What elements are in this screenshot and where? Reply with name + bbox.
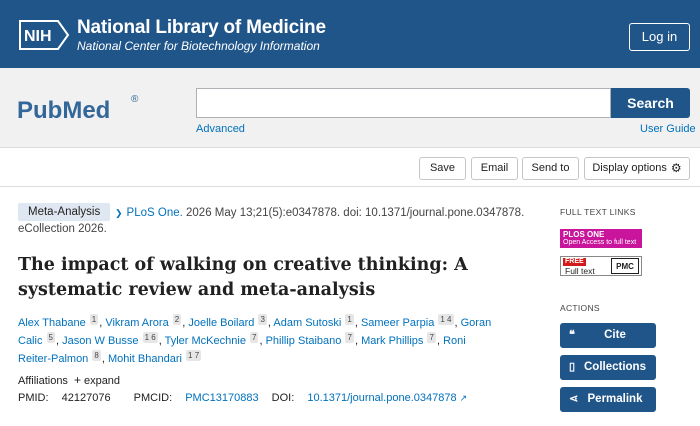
journal-link[interactable]: PLoS One. xyxy=(127,207,183,219)
search-button[interactable]: Search xyxy=(611,88,690,118)
affiliation-number[interactable]: 5 xyxy=(46,332,55,343)
expand-label[interactable]: expand xyxy=(84,375,120,387)
collections-label: Collections xyxy=(584,361,646,373)
affiliation-number[interactable]: 1 xyxy=(89,314,99,325)
doi-label: DOI: xyxy=(271,392,295,404)
affiliation-number[interactable]: 1 xyxy=(345,314,354,325)
cite-button[interactable]: ❝ Cite xyxy=(560,323,656,348)
citation: ❯ PLoS One. 2026 May 13;21(5):e0347878. d… xyxy=(115,204,525,223)
nih-logo[interactable]: NIH xyxy=(18,19,70,51)
author-item: Alex Thabane 1, xyxy=(18,314,106,329)
author-link[interactable]: Joelle Boilard xyxy=(188,317,254,329)
affiliation-number[interactable]: 1 7 xyxy=(186,350,202,361)
cite-label: Cite xyxy=(604,329,626,341)
pmid-value: 42127076 xyxy=(61,392,111,404)
author-item: Tyler McKechnie 7, xyxy=(164,332,266,347)
nlm-title[interactable]: National Library of Medicine xyxy=(77,17,326,39)
affiliation-number[interactable]: 7 xyxy=(250,332,259,343)
affiliation-number[interactable]: 1 6 xyxy=(142,332,158,343)
doi: DOI: 10.1371/journal.pone.0347878 ↗ xyxy=(272,392,478,404)
permalink-label: Permalink xyxy=(587,393,643,405)
pubmed-logo[interactable]: PubMed ® xyxy=(17,90,142,130)
permalink-button[interactable]: ⋖ Permalink xyxy=(560,387,656,412)
full-text-label: Full text xyxy=(565,266,595,276)
user-guide-link[interactable]: User Guide xyxy=(640,123,696,135)
affiliation-number[interactable]: 2 xyxy=(172,314,182,325)
plos-one-full-text-link[interactable]: PLOS ONE Open Access to full text xyxy=(560,229,642,248)
author-link[interactable]: Adam Sutoski xyxy=(273,317,341,329)
author-link[interactable]: Alex Thabane xyxy=(18,317,86,329)
author-item: Jason W Busse 1 6, xyxy=(62,332,165,347)
collections-button[interactable]: ▯ Collections xyxy=(560,355,656,380)
citation-ecollection: eCollection 2026. xyxy=(18,223,107,235)
article-title: The impact of walking on creative thinki… xyxy=(18,255,468,300)
affiliation-number[interactable]: 8 xyxy=(92,350,101,361)
pmid-label: PMID: xyxy=(18,392,49,404)
author-item: Phillip Staibano 7, xyxy=(265,332,362,347)
author-item: Mark Phillips 7, xyxy=(361,332,444,347)
pmcid: PMCID: PMC13170883 xyxy=(134,392,259,404)
author-item: Joelle Boilard 3, xyxy=(188,314,274,329)
pmid: PMID: 42127076 xyxy=(18,392,121,404)
author-list: Alex Thabane 1, Vikram Arora 2, Joelle B… xyxy=(18,314,498,368)
display-options-button[interactable]: Display options ⚙ xyxy=(584,157,690,180)
author-item: Adam Sutoski 1, xyxy=(273,314,361,329)
external-link-icon: ↗ xyxy=(459,393,468,403)
author-link[interactable]: Jason W Busse xyxy=(62,335,138,347)
send-to-button[interactable]: Send to xyxy=(522,157,579,180)
author-item: Vikram Arora 2, xyxy=(105,314,189,329)
search-band: PubMed ® Search Advanced User Guide xyxy=(0,68,700,148)
pmcid-label: PMCID: xyxy=(133,392,173,404)
author-item: Mohit Bhandari 1 7 xyxy=(108,350,202,365)
pmc-logo: PMC xyxy=(611,258,639,274)
author-item: Sameer Parpia 1 4, xyxy=(360,314,461,329)
identifiers-row: PMID: 42127076 PMCID: PMC13170883 DOI: 1… xyxy=(18,392,487,404)
ncbi-subtitle[interactable]: National Center for Biotechnology Inform… xyxy=(77,39,320,53)
doi-link[interactable]: 10.1371/journal.pone.0347878 xyxy=(307,392,456,404)
email-button[interactable]: Email xyxy=(471,157,518,180)
author-link[interactable]: Sameer Parpia xyxy=(361,317,434,329)
pmc-full-text-link[interactable]: FREE Full text PMC xyxy=(560,256,642,276)
affiliations-label: Affiliations xyxy=(18,375,68,387)
affiliation-number[interactable]: 1 4 xyxy=(438,314,454,325)
registered-mark: ® xyxy=(131,94,139,105)
affiliations-row[interactable]: Affiliations + expand xyxy=(18,373,120,387)
affiliation-number[interactable]: 3 xyxy=(258,314,267,325)
search-input[interactable] xyxy=(196,88,611,118)
author-link[interactable]: Vikram Arora xyxy=(105,317,168,329)
pubmed-logo-text: PubMed xyxy=(17,97,110,124)
display-options-label: Display options xyxy=(592,162,667,174)
gear-icon: ⚙ xyxy=(670,161,682,175)
save-button[interactable]: Save xyxy=(419,157,466,180)
author-link[interactable]: Mohit Bhandari xyxy=(108,353,182,365)
affiliation-number[interactable]: 7 xyxy=(427,332,436,343)
action-bar: Save Email Send to Display options ⚙ xyxy=(0,149,700,187)
plos-title: PLOS ONE xyxy=(563,230,605,239)
nih-logo-text: NIH xyxy=(24,28,52,45)
plus-icon: + xyxy=(73,373,81,387)
nih-header: NIH National Library of Medicine Nationa… xyxy=(0,0,700,68)
advanced-search-link[interactable]: Advanced xyxy=(196,123,245,135)
citation-details: 2026 May 13;21(5):e0347878. doi: 10.1371… xyxy=(186,207,525,219)
pmcid-link[interactable]: PMC13170883 xyxy=(185,392,258,404)
full-text-links-heading: FULL TEXT LINKS xyxy=(560,207,636,217)
affiliation-number[interactable]: 7 xyxy=(345,332,354,343)
actions-heading: ACTIONS xyxy=(560,303,600,313)
author-link[interactable]: Mark Phillips xyxy=(361,335,423,347)
article-type-badge: Meta-Analysis xyxy=(18,203,111,221)
author-link[interactable]: Tyler McKechnie xyxy=(165,335,246,347)
author-link[interactable]: Phillip Staibano xyxy=(266,335,342,347)
login-button[interactable]: Log in xyxy=(629,23,690,51)
free-badge: FREE xyxy=(563,258,586,266)
plos-subtitle: Open Access to full text xyxy=(563,239,637,246)
chevron-right-icon: ❯ xyxy=(115,208,123,218)
